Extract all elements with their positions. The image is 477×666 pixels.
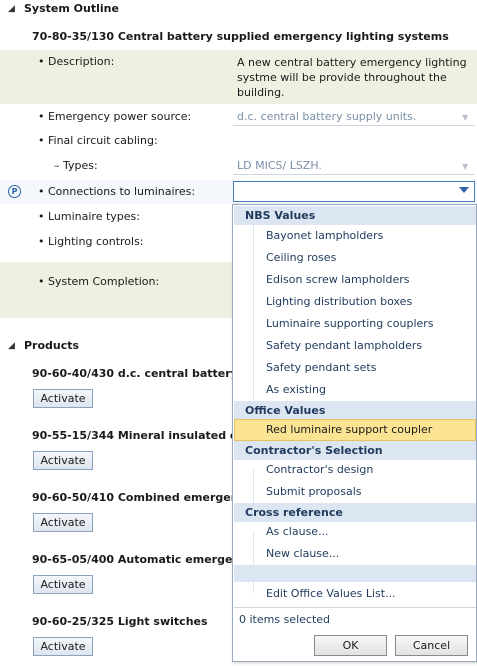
option-item[interactable]: Edison screw lampholders (234, 269, 476, 291)
emergency-power-label: • Emergency power source: (38, 110, 192, 123)
product-title: 90-60-40/430 d.c. central battery su (32, 367, 257, 380)
system-outline-header[interactable]: ◢ System Outline (0, 0, 477, 20)
types-row: – Types: LD MICS/ LSZH. ▼ (0, 156, 477, 180)
types-label: – Types: (54, 159, 98, 172)
product-title: 90-60-50/410 Combined emergency (32, 491, 253, 504)
group-nbs-values: NBS Values (234, 206, 476, 225)
connections-label: • Connections to luminaires: (38, 185, 196, 198)
option-item[interactable]: Contractor's design (234, 459, 476, 481)
activate-button[interactable]: Activate (33, 513, 93, 532)
types-dropdown[interactable] (233, 157, 475, 175)
description-label: • Description: (38, 55, 115, 68)
chevron-down-icon[interactable]: ▼ (462, 113, 472, 123)
ok-button[interactable]: OK (314, 635, 387, 656)
option-item-selected[interactable]: Red luminaire support coupler (234, 419, 476, 441)
activate-button[interactable]: Activate (33, 451, 93, 470)
option-item[interactable]: Bayonet lampholders (234, 225, 476, 247)
emergency-power-row: • Emergency power source: d.c. central b… (0, 106, 477, 130)
option-item[interactable]: Lighting distribution boxes (234, 291, 476, 313)
divider (234, 607, 476, 608)
section-title: Products (24, 339, 80, 352)
option-item[interactable]: New clause... (234, 543, 476, 565)
collapse-triangle-icon[interactable]: ◢ (8, 341, 15, 351)
option-item[interactable]: Ceiling roses (234, 247, 476, 269)
product-title: 90-65-05/400 Automatic emergenc (32, 553, 247, 566)
option-item[interactable]: As existing (234, 379, 476, 401)
chevron-down-icon[interactable]: ▼ (462, 162, 472, 172)
chevron-down-icon[interactable] (459, 187, 469, 193)
system-completion-label: • System Completion: (38, 275, 160, 288)
blank-group-row (234, 565, 476, 582)
cancel-button[interactable]: Cancel (395, 635, 468, 656)
activate-button[interactable]: Activate (33, 575, 93, 594)
product-title: 90-60-25/325 Light switches (32, 615, 208, 628)
collapse-triangle-icon[interactable]: ◢ (8, 4, 15, 14)
final-circuit-row: • Final circuit cabling: (0, 132, 477, 152)
lighting-controls-label: • Lighting controls: (38, 235, 144, 248)
activate-button[interactable]: Activate (33, 389, 93, 408)
section-title: System Outline (24, 2, 119, 15)
option-item[interactable]: Submit proposals (234, 481, 476, 503)
final-circuit-label: • Final circuit cabling: (38, 134, 158, 147)
clause-title: 70-80-35/130 Central battery supplied em… (32, 30, 449, 43)
product-title: 90-55-15/344 Mineral insulated cab (32, 429, 252, 442)
description-value[interactable]: A new central battery emergency lighting… (237, 55, 471, 100)
luminaire-types-label: • Luminaire types: (38, 210, 140, 223)
option-item[interactable]: Safety pendant lampholders (234, 335, 476, 357)
description-row: • Description: A new central battery eme… (0, 50, 477, 104)
group-contractors-selection: Contractor's Selection (234, 441, 476, 460)
connections-combobox[interactable] (233, 181, 475, 202)
option-item[interactable]: Safety pendant sets (234, 357, 476, 379)
emergency-power-dropdown[interactable] (233, 108, 475, 126)
activate-button[interactable]: Activate (33, 637, 93, 656)
selection-status: 0 items selected (239, 613, 331, 626)
edit-office-values-link[interactable]: Edit Office Values List... (234, 583, 476, 605)
parameter-p-icon: P (8, 185, 21, 198)
values-dropdown-panel: NBS Values Bayonet lampholders Ceiling r… (232, 204, 477, 662)
option-item[interactable]: Luminaire supporting couplers (234, 313, 476, 335)
option-item[interactable]: As clause... (234, 521, 476, 543)
group-cross-reference: Cross reference (234, 503, 476, 522)
group-office-values: Office Values (234, 401, 476, 420)
